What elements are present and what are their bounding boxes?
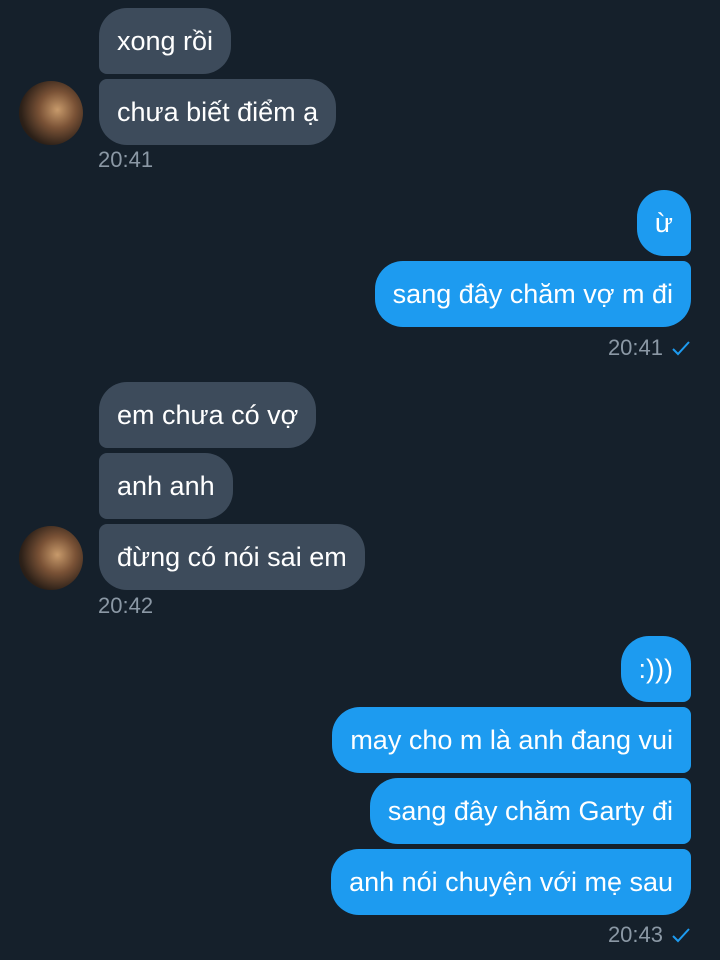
message-text: đừng có nói sai em: [117, 542, 347, 572]
message-timestamp: 20:42: [98, 593, 154, 618]
message-text: sang đây chăm vợ m đi: [392, 279, 673, 309]
message-timestamp: 20:43: [607, 922, 663, 947]
avatar[interactable]: [19, 81, 83, 145]
message-text: ừ: [654, 208, 673, 238]
message-text: anh anh: [117, 471, 215, 501]
message-text: em chưa có vợ: [117, 400, 299, 430]
outgoing-message[interactable]: ừ: [636, 190, 691, 256]
message-timestamp: 20:41: [98, 147, 154, 172]
incoming-message[interactable]: xong rồi: [99, 8, 232, 74]
incoming-message[interactable]: đừng có nói sai em: [99, 524, 365, 590]
message-text: :))): [638, 654, 673, 684]
outgoing-message[interactable]: may cho m là anh đang vui: [332, 707, 691, 773]
outgoing-message[interactable]: :))): [620, 636, 691, 702]
message-text: chưa biết điểm ạ: [117, 97, 319, 127]
checkmark-icon: [672, 341, 690, 356]
outgoing-message[interactable]: sang đây chăm vợ m đi: [374, 261, 691, 327]
message-timestamp-row: 20:43: [608, 922, 691, 948]
dm-conversation: xong rồi chưa biết điểm ạ 20:41 ừ sang đ…: [0, 0, 720, 960]
message-text: sang đây chăm Garty đi: [387, 796, 673, 826]
message-timestamp-row: 20:41: [608, 335, 691, 361]
incoming-message[interactable]: em chưa có vợ: [99, 382, 317, 448]
avatar[interactable]: [19, 526, 83, 590]
incoming-message[interactable]: chưa biết điểm ạ: [99, 79, 337, 145]
message-text: may cho m là anh đang vui: [350, 725, 673, 755]
outgoing-message[interactable]: sang đây chăm Garty đi: [369, 778, 691, 844]
incoming-message[interactable]: anh anh: [99, 453, 233, 519]
message-text: anh nói chuyện với mẹ sau: [349, 867, 673, 897]
outgoing-message[interactable]: anh nói chuyện với mẹ sau: [331, 849, 691, 915]
message-timestamp: 20:41: [607, 335, 663, 360]
checkmark-icon: [672, 928, 690, 943]
message-text: xong rồi: [117, 26, 214, 56]
